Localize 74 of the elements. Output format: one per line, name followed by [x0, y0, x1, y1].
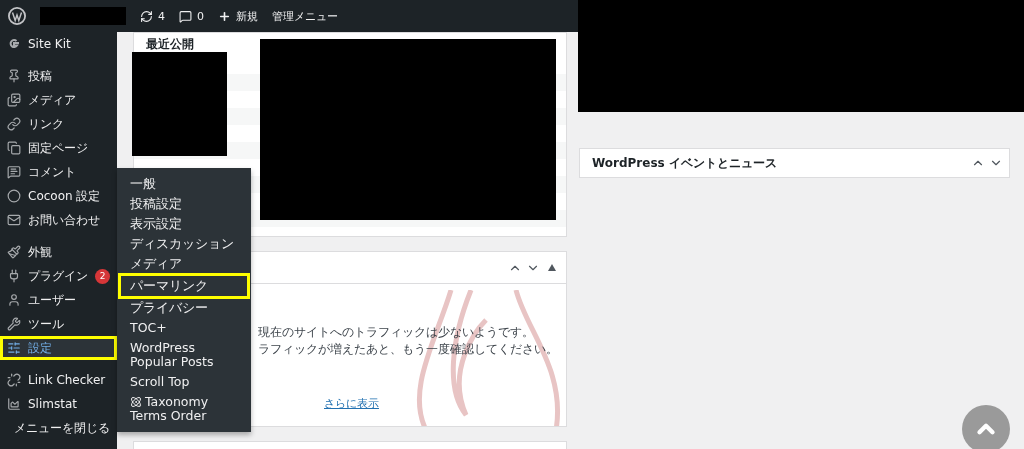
refresh-icon — [140, 9, 153, 23]
wrench-icon — [7, 317, 21, 331]
panel-title: 最近公開 — [145, 36, 195, 53]
brush-icon — [7, 245, 21, 259]
link-icon — [7, 117, 21, 131]
submenu-item[interactable]: パーマリンク — [121, 276, 247, 296]
circle-icon — [7, 189, 21, 203]
plus-icon — [218, 9, 231, 23]
sidebar-item[interactable]: Link Checker — [0, 368, 117, 392]
submenu-item[interactable]: メディア — [117, 254, 251, 274]
sidebar-label: メニューを閉じる — [14, 419, 110, 437]
sidebar-label: コメント — [28, 163, 76, 181]
sidebar-label: 投稿 — [28, 67, 52, 85]
plug-icon — [7, 269, 21, 283]
scroll-top-button[interactable] — [962, 405, 1010, 449]
comment-icon — [7, 165, 21, 179]
g-logo-icon — [7, 37, 21, 51]
submenu-item[interactable]: ディスカッション — [117, 234, 251, 254]
sidebar-item[interactable]: メニューを閉じる — [0, 416, 117, 440]
new-link[interactable]: 新規 — [218, 8, 258, 24]
logo-icon[interactable] — [8, 7, 26, 25]
submenu-item[interactable]: Scroll Top — [117, 372, 251, 392]
sidebar-label: 固定ページ — [28, 139, 88, 157]
submenu-item[interactable]: Taxonomy Terms Order — [117, 392, 251, 426]
updates-link[interactable]: 4 — [140, 9, 165, 23]
sidebar-item[interactable]: お問い合わせ — [0, 208, 117, 232]
comment-icon — [179, 9, 192, 23]
chart-icon — [7, 397, 21, 411]
sidebar-label: Site Kit — [28, 37, 71, 51]
mail-icon — [7, 213, 21, 227]
sliders-icon — [7, 341, 21, 355]
sidebar-item[interactable]: 固定ページ — [0, 136, 117, 160]
sidebar-item[interactable]: ユーザー — [0, 288, 117, 312]
sidebar-item[interactable]: ツール — [0, 312, 117, 336]
sidebar-item[interactable]: 設定 — [0, 336, 117, 360]
chain-icon — [7, 373, 21, 387]
sidebar-label: リンク — [28, 115, 64, 133]
sidebar-label: メディア — [28, 91, 76, 109]
user-icon — [7, 293, 21, 307]
sidebar-item[interactable]: Slimstat — [0, 392, 117, 416]
submenu-item[interactable]: 表示設定 — [117, 214, 251, 234]
sidebar-item[interactable]: Cocoon 設定 — [0, 184, 117, 208]
notice-text: 現在のサイトへのトラフィックは少ないようです。 — [258, 324, 535, 341]
sidebar-label: ツール — [28, 315, 64, 333]
notice-text: ラフィックが増えたあと、もう一度確認してください。 — [258, 341, 559, 358]
sidebar-label: 設定 — [28, 339, 52, 357]
comments-link[interactable]: 0 — [179, 9, 204, 23]
sidebar-label: Link Checker — [28, 373, 106, 387]
sidebar-label: お問い合わせ — [28, 211, 100, 229]
toggle-icon[interactable] — [548, 264, 556, 271]
sidebar-item[interactable]: 外観 — [0, 240, 117, 264]
menu-link[interactable]: 管理メニュー — [272, 8, 338, 24]
submenu-item[interactable]: 投稿設定 — [117, 194, 251, 214]
submenu-item[interactable]: 一般 — [117, 174, 251, 194]
submenu-item[interactable]: WordPress Popular Posts — [117, 338, 251, 372]
pin-icon — [7, 69, 21, 83]
count-badge: 2 — [95, 268, 110, 284]
sidebar-label: ユーザー — [28, 291, 76, 309]
sidebar-item[interactable]: メディア — [0, 88, 117, 112]
show-more-link[interactable]: さらに表示 — [324, 396, 379, 411]
sidebar-label: Cocoon 設定 — [28, 187, 101, 205]
sidebar-item[interactable]: リンク — [0, 112, 117, 136]
panel-title: WordPress イベントとニュース — [592, 154, 777, 172]
sidebar-label: プラグイン — [28, 267, 88, 285]
sidebar-item[interactable]: Site Kit — [0, 32, 117, 56]
images-icon — [7, 93, 21, 107]
sidebar-item[interactable]: 投稿 — [0, 64, 117, 88]
sidebar-item[interactable]: コメント — [0, 160, 117, 184]
sidebar-label: Slimstat — [28, 397, 77, 411]
pages-icon — [7, 141, 21, 155]
submenu-item[interactable]: プライバシー — [117, 298, 251, 318]
submenu-item[interactable]: TOC+ — [117, 318, 251, 338]
sidebar-label: 外観 — [28, 243, 52, 261]
sidebar-item[interactable]: プラグイン 2 — [0, 264, 117, 288]
